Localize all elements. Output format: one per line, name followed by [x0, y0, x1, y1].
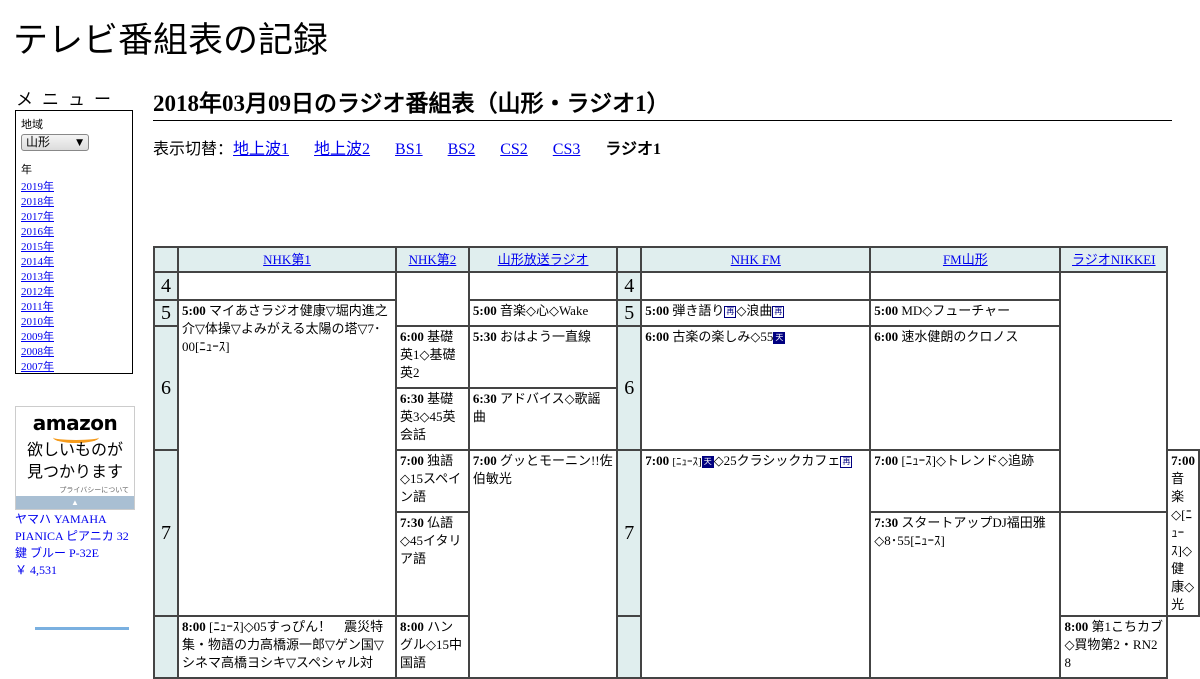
menu-box: 地域 山形 ▼ 年 2019年 2018年 2017年 2016年 2015年 … — [15, 110, 133, 374]
hour-cell: 7 — [153, 449, 179, 617]
program-cell[interactable]: 7:00 音楽◇[ﾆｭｰｽ]◇健康◇光 — [1166, 449, 1200, 617]
program-cell-empty — [395, 271, 470, 327]
year-link[interactable]: 2019年 — [21, 180, 127, 195]
weather-icon: 天 — [773, 332, 786, 344]
region-select[interactable]: 山形 ▼ — [21, 134, 89, 151]
switch-label: 表示切替： — [153, 141, 234, 158]
year-list: 2019年 2018年 2017年 2016年 2015年 2014年 2013… — [21, 180, 127, 375]
program-cell[interactable]: 6:30 基礎英3◇45英会話 — [395, 387, 470, 451]
program-cell[interactable]: 6:00 古楽の楽しみ◇55 天 — [640, 325, 872, 451]
program-cell[interactable]: 7:00 独語◇15スペイン語 — [395, 449, 470, 513]
program-cell-empty — [467, 271, 619, 301]
station-header: FM山形 — [869, 246, 1062, 273]
station-header: 山形放送ラジオ — [467, 246, 619, 273]
program-cell[interactable]: 6:00 基礎英1◇基礎英2 — [395, 325, 470, 389]
switch-link-terrestrial1[interactable]: 地上波1 — [233, 141, 289, 158]
program-cell[interactable]: 5:00 MD◇フューチャー — [869, 299, 1062, 327]
program-cell[interactable]: 7:00 [ﾆｭｰｽ] 天 ◇25クラシックカフェ再 — [640, 449, 872, 679]
ad-copy-line1: 欲しいものが — [26, 440, 123, 459]
hour-cell: 5 — [153, 299, 179, 327]
site-title: テレビ番組表の記録 — [13, 21, 329, 61]
region-select-value: 山形 — [26, 135, 51, 149]
program-cell[interactable]: 8:00 [ﾆｭｰｽ]◇05すっぴん！ 震災特集・物語の力高橋源一郎▽ゲン国▽シ… — [176, 615, 398, 679]
program-cell[interactable]: 5:00 マイあさラジオ健康▽堀内進之介▽体操▽よみがえる太陽の塔▽7･00[ﾆ… — [176, 299, 398, 617]
page-title: 2018年03月09日のラジオ番組表（山形・ラジオ1） — [153, 84, 1172, 121]
station-link-nhkfm[interactable]: NHK FM — [731, 252, 781, 267]
hour-cell: 5 — [616, 299, 643, 327]
switch-link-cs3[interactable]: CS3 — [553, 141, 581, 158]
station-link-nhk2[interactable]: NHK第2 — [409, 252, 457, 267]
rerun-icon: 再 — [772, 306, 785, 318]
program-cell[interactable]: 7:00 グッとモーニン!!佐伯敏光 — [467, 449, 619, 679]
program-cell-empty — [640, 271, 872, 301]
amazon-ad-banner[interactable]: amazon 欲しいものが 見つかります プライバシーについて ▲ — [15, 406, 135, 510]
hour-cell — [616, 615, 643, 679]
year-link[interactable]: 2012年 — [21, 285, 127, 300]
ad-copy-line2: 見つかります — [26, 462, 123, 481]
station-header: NHK FM — [640, 246, 872, 273]
ad-scroll-up-icon[interactable]: ▲ — [16, 496, 134, 509]
program-cell-empty — [1059, 271, 1169, 513]
product-price: ￥ 4,531 — [15, 563, 58, 577]
station-link-nikkei[interactable]: ラジオNIKKEI — [1072, 252, 1156, 267]
program-cell-empty — [176, 271, 398, 301]
hour-cell — [153, 615, 179, 679]
weather-icon: 天 — [701, 456, 714, 468]
program-cell-empty — [869, 271, 1062, 301]
hour-header-corner — [616, 246, 643, 273]
switch-link-cs2[interactable]: CS2 — [500, 141, 528, 158]
rerun-icon: 再 — [724, 306, 737, 318]
year-link[interactable]: 2013年 — [21, 270, 127, 285]
year-link[interactable]: 2011年 — [21, 300, 127, 315]
hour-cell: 6 — [616, 325, 643, 451]
year-link[interactable]: 2015年 — [21, 240, 127, 255]
program-cell[interactable]: 7:00 [ﾆｭｰｽ]◇トレンド◇追跡 — [869, 449, 1062, 513]
hour-cell: 7 — [616, 449, 643, 617]
menu-title: メニュー — [16, 90, 120, 110]
switch-link-terrestrial2[interactable]: 地上波2 — [314, 141, 370, 158]
station-link-fmyamagata[interactable]: FM山形 — [943, 252, 988, 267]
program-cell[interactable]: 6:30 アドバイス◇歌謡曲 — [467, 387, 619, 451]
program-cell[interactable]: 6:00 速水健朗のクロノス — [869, 325, 1062, 451]
product-name-line: 鍵 ブルー P-32E — [15, 546, 100, 560]
year-label: 年 — [21, 163, 32, 176]
program-cell[interactable]: 8:00 第1こちカブ◇買物第2・RN2 8 — [1059, 615, 1171, 679]
ad-privacy-link[interactable]: プライバシーについて — [59, 485, 129, 495]
year-link[interactable]: 2010年 — [21, 315, 127, 330]
year-link[interactable]: 2018年 — [21, 195, 127, 210]
chevron-down-icon: ▼ — [76, 138, 83, 148]
station-link-nhk1[interactable]: NHK第1 — [263, 252, 311, 267]
rerun-icon: 再 — [840, 456, 853, 468]
hour-cell: 4 — [616, 271, 643, 301]
product-name-line: PIANICA ピアニカ 32 — [15, 529, 129, 543]
schedule-table: NHK第1 NHK第2 山形放送ラジオ NHK FM FM山形 ラジオNIKKE… — [153, 246, 1200, 679]
switch-current: ラジオ1 — [605, 141, 662, 158]
ad-copy: 欲しいものが 見つかります — [16, 439, 134, 483]
year-link[interactable]: 2007年 — [21, 360, 127, 375]
station-link-ybc[interactable]: 山形放送ラジオ — [498, 252, 589, 267]
program-cell[interactable]: 5:00 弾き語り再 ◇浪曲再 — [640, 299, 872, 327]
program-cell[interactable]: 7:30 仏語◇45イタリア語 — [395, 511, 470, 617]
switch-link-bs2[interactable]: BS2 — [448, 141, 476, 158]
program-cell[interactable]: 5:00 音楽◇心◇Wake — [467, 299, 619, 327]
switch-link-bs1[interactable]: BS1 — [395, 141, 423, 158]
hour-header-corner — [153, 246, 179, 273]
station-header: ラジオNIKKEI — [1059, 246, 1169, 273]
product-name-line: ヤマハ YAMAHA — [15, 512, 107, 526]
channel-switcher: 表示切替：地上波1 地上波2 BS1 BS2 CS2 CS3 ラジオ1 — [153, 135, 661, 159]
program-cell[interactable]: 7:30 スタートアップDJ福田雅◇8･55[ﾆｭｰｽ] — [869, 511, 1062, 679]
year-link[interactable]: 2009年 — [21, 330, 127, 345]
program-cell[interactable]: 5:30 おはよう一直線 — [467, 325, 619, 389]
year-link[interactable]: 2017年 — [21, 210, 127, 225]
ad-product-link[interactable]: ヤマハ YAMAHA PIANICA ピアニカ 32 鍵 ブルー P-32E ￥… — [15, 511, 137, 579]
year-link[interactable]: 2016年 — [21, 225, 127, 240]
region-label: 地域 — [21, 118, 43, 131]
station-header: NHK第1 — [176, 246, 398, 273]
year-link[interactable]: 2008年 — [21, 345, 127, 360]
station-header: NHK第2 — [395, 246, 470, 273]
hour-cell: 6 — [153, 325, 179, 451]
program-cell[interactable]: 8:00 ハングル◇15中国語 — [395, 615, 470, 679]
hour-cell: 4 — [153, 271, 179, 301]
year-link[interactable]: 2014年 — [21, 255, 127, 270]
